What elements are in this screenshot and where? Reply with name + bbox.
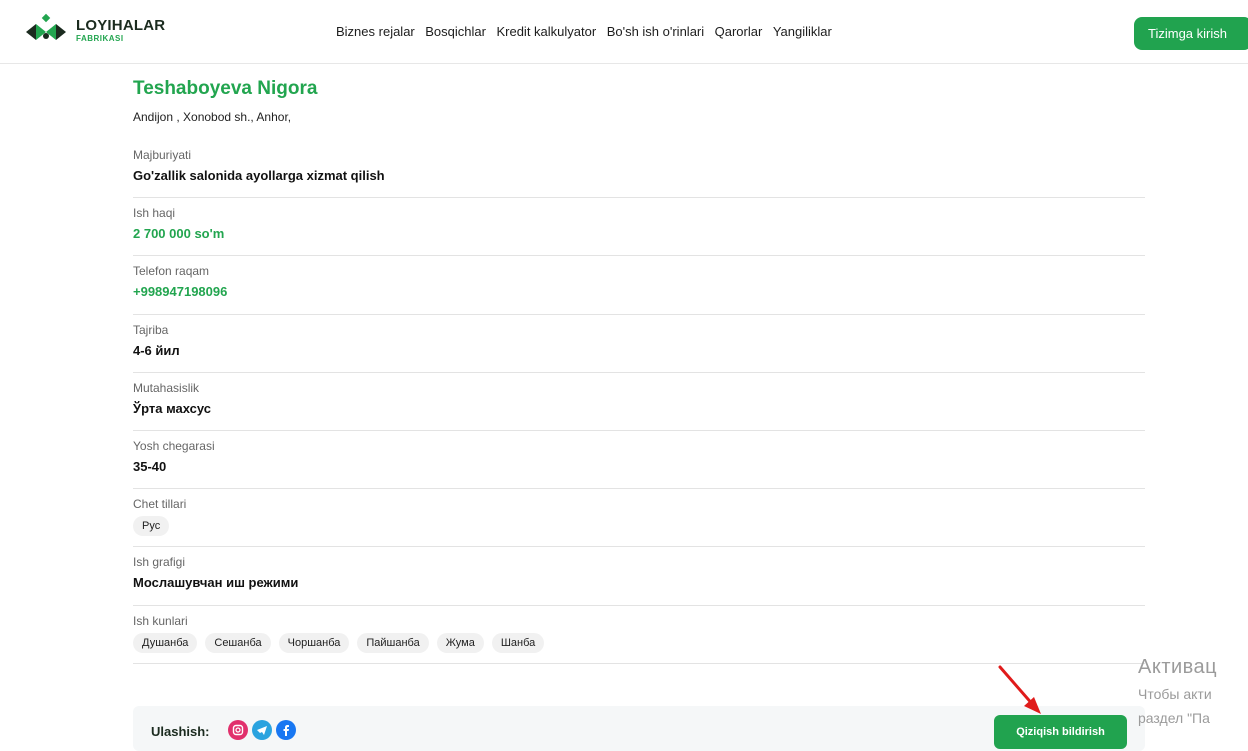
field-label: Telefon raqam (133, 264, 210, 279)
salary-value: 2 700 000 so'm (133, 226, 225, 242)
field-value: Go'zallik salonida ayollarga xizmat qili… (133, 168, 385, 183)
field-ish-kunlari: Ish kunlari Душанба Сешанба Чоршанба Пай… (133, 606, 1145, 664)
workday-chip: Пайшанба (357, 632, 429, 653)
site-logo[interactable]: LOYIHALAR FABRIKASI (22, 12, 165, 48)
workday-chip: Сешанба (205, 632, 271, 653)
telegram-icon[interactable] (252, 720, 272, 740)
field-tajriba: Tajriba 4-6 йил (133, 315, 1145, 373)
workday-chip: Жума (436, 632, 484, 653)
vacancy-details: Teshaboyeva Nigora Andijon , Xonobod sh.… (133, 76, 1145, 664)
person-name: Teshaboyeva Nigora (133, 78, 318, 99)
field-value: 35-40 (133, 458, 167, 474)
field-label: Mutahasislik (133, 380, 200, 395)
watermark-line: Чтобы акти (1138, 686, 1212, 702)
field-label: Ish grafigi (133, 555, 186, 570)
windows-activation-watermark: Активац Чтобы акти раздел "Па (1138, 656, 1217, 732)
interest-button[interactable]: Qiziqish bildirish (994, 715, 1127, 749)
workday-chip: Душанба (133, 632, 198, 653)
logo-icon (26, 13, 66, 40)
workday-chips: Душанба Сешанба Чоршанба Пайшанба Жума Ш… (133, 632, 1145, 653)
workday-chip: Чоршанба (278, 632, 350, 653)
field-mutahasislik: Mutahasislik Ўрта махсус (133, 373, 1145, 431)
workday-chip: Шанба (491, 632, 545, 653)
field-value: Ўрта махсус (133, 400, 212, 416)
logo-subtitle: FABRIKASI (76, 33, 124, 43)
facebook-icon[interactable] (276, 720, 296, 740)
field-telefon: Telefon raqam +998947198096 (133, 256, 1145, 315)
nav-bosqichlar[interactable]: Bosqichlar (425, 24, 486, 39)
field-label: Majburiyati (133, 148, 192, 162)
field-label: Ish kunlari (133, 613, 188, 628)
person-address: Andijon , Xonobod sh., Anhor, (133, 110, 292, 124)
field-chet-tillari: Chet tillari Рус (133, 489, 1145, 548)
nav-yangiliklar[interactable]: Yangiliklar (773, 24, 832, 39)
field-label: Chet tillari (133, 497, 187, 512)
field-value: Мослашувчан иш режими (133, 575, 299, 591)
field-majburiyati: Majburiyati Go'zallik salonida ayollarga… (133, 140, 1145, 199)
watermark-title: Активац (1138, 656, 1218, 678)
nav-bosh-ish-orinlari[interactable]: Bo'sh ish o'rinlari (607, 24, 704, 39)
field-ish-grafigi: Ish grafigi Мослашувчан иш режими (133, 547, 1145, 606)
nav-kredit-kalkulyator[interactable]: Kredit kalkulyator (496, 24, 596, 39)
phone-link[interactable]: +998947198096 (133, 283, 1145, 301)
language-chips: Рус (133, 516, 1145, 537)
field-label: Ish haqi (133, 206, 176, 221)
field-label: Tajriba (133, 322, 169, 337)
field-value: 4-6 йил (133, 342, 180, 358)
login-button[interactable]: Tizimga kirish (1134, 17, 1248, 50)
logo-title: LOYIHALAR (76, 16, 166, 34)
nav-biznes-rejalar[interactable]: Biznes rejalar (336, 24, 415, 39)
nav-qarorlar[interactable]: Qarorlar (715, 24, 763, 39)
watermark-line: раздел "Па (1138, 710, 1210, 726)
share-label: Ulashish: (151, 724, 210, 739)
main-nav: Biznes rejalar Bosqichlar Kredit kalkuly… (336, 24, 842, 39)
field-label: Yosh chegarasi (133, 438, 215, 453)
top-navbar: LOYIHALAR FABRIKASI Biznes rejalar Bosqi… (0, 0, 1248, 64)
language-chip: Рус (133, 516, 170, 537)
field-ish-haqi: Ish haqi 2 700 000 so'm (133, 198, 1145, 257)
field-yosh-chegarasi: Yosh chegarasi 35-40 (133, 431, 1145, 490)
instagram-icon[interactable] (228, 720, 248, 740)
